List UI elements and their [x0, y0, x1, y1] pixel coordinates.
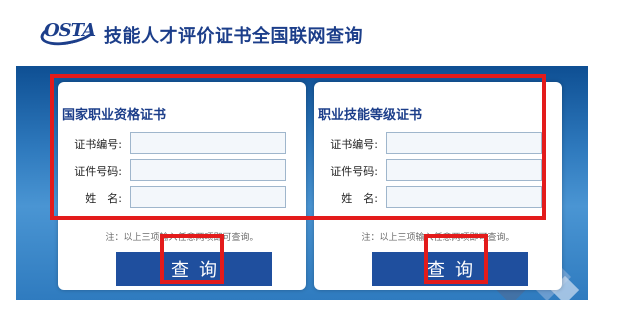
- certificate-number-label: 证书编号:: [74, 138, 122, 151]
- query-panel: 国家职业资格证书 证书编号: 证件号码: 姓 名: 注：以上三项输入任意两项即可…: [16, 66, 588, 300]
- header: OSTA 技能人才评价证书全国联网查询: [0, 0, 620, 62]
- query-button[interactable]: 查询: [372, 252, 528, 286]
- name-row: 姓 名:: [58, 186, 306, 210]
- id-number-input[interactable]: [130, 159, 286, 181]
- certificate-number-input[interactable]: [386, 132, 542, 154]
- name-row: 姓 名:: [314, 186, 562, 210]
- certificate-number-row: 证书编号:: [58, 132, 306, 156]
- skill-level-card: 职业技能等级证书 证书编号: 证件号码: 姓 名: 注：以上三项输入任意两项即可…: [314, 82, 562, 290]
- name-label: 姓 名:: [341, 192, 378, 205]
- id-number-label: 证件号码:: [74, 165, 122, 178]
- id-number-row: 证件号码:: [314, 159, 562, 183]
- name-label: 姓 名:: [85, 192, 122, 205]
- query-note: 注：以上三项输入任意两项即可查询。: [105, 233, 259, 243]
- name-input[interactable]: [386, 186, 542, 208]
- certificate-number-row: 证书编号:: [314, 132, 562, 156]
- national-qualification-card: 国家职业资格证书 证书编号: 证件号码: 姓 名: 注：以上三项输入任意两项即可…: [58, 82, 306, 290]
- certificate-number-input[interactable]: [130, 132, 286, 154]
- id-number-input[interactable]: [386, 159, 542, 181]
- site-title: 技能人才评价证书全国联网查询: [104, 26, 363, 47]
- certificate-number-label: 证书编号:: [330, 138, 378, 151]
- id-number-label: 证件号码:: [330, 165, 378, 178]
- query-note: 注：以上三项输入任意两项即可查询。: [361, 233, 515, 243]
- card-title: 国家职业资格证书: [62, 108, 167, 123]
- id-number-row: 证件号码:: [58, 159, 306, 183]
- logo-text: OSTA: [44, 20, 96, 41]
- name-input[interactable]: [130, 186, 286, 208]
- card-title: 职业技能等级证书: [318, 108, 423, 123]
- osta-logo[interactable]: OSTA: [38, 14, 102, 50]
- query-button[interactable]: 查询: [116, 252, 272, 286]
